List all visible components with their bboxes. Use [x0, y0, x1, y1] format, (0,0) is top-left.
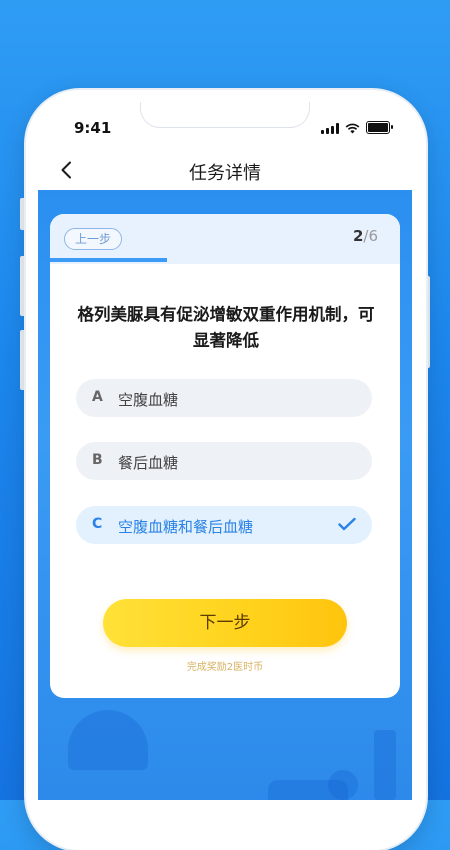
decoration-shape [328, 770, 358, 800]
progress-bar-fill [50, 258, 167, 262]
next-step-button[interactable]: 下一步 [103, 599, 347, 647]
battery-icon [366, 121, 393, 134]
nav-bar: 任务详情 [38, 150, 412, 190]
status-icons [321, 121, 393, 134]
decoration-shape [374, 730, 396, 800]
app-screen: 9:41 任务详情 上一步 2/6 格列美脲具有促泌增敏双重作用机制，可显著降低… [38, 102, 412, 800]
question-text: 格列美脲具有促泌增敏双重作用机制，可显著降低 [77, 305, 375, 350]
status-time: 9:41 [74, 119, 112, 137]
option-b[interactable]: B 餐后血糖 [76, 442, 372, 480]
option-a[interactable]: A 空腹血糖 [76, 379, 372, 417]
reward-text: 完成奖励2医时币 [186, 662, 264, 673]
option-letter: A [92, 389, 103, 405]
option-letter: C [92, 516, 103, 532]
page-title: 任务详情 [189, 163, 261, 184]
status-bar: 9:41 [38, 102, 412, 150]
option-label: 空腹血糖和餐后血糖 [118, 518, 254, 536]
wifi-icon [345, 123, 360, 134]
progress-current: 2 [352, 227, 364, 245]
option-letter: B [92, 452, 103, 468]
previous-step-button[interactable]: 上一步 [64, 228, 123, 250]
progress-total: /6 [363, 227, 378, 245]
progress-counter: 2/6 [353, 227, 378, 245]
option-label: 餐后血糖 [118, 454, 179, 472]
check-icon [338, 517, 356, 531]
content-background: 上一步 2/6 格列美脲具有促泌增敏双重作用机制，可显著降低 A 空腹血糖 B … [38, 190, 412, 800]
option-label: 空腹血糖 [118, 391, 179, 409]
option-c[interactable]: C 空腹血糖和餐后血糖 [76, 506, 372, 544]
quiz-card: 上一步 2/6 格列美脲具有促泌增敏双重作用机制，可显著降低 A 空腹血糖 B … [50, 214, 400, 698]
signal-icon [321, 123, 339, 134]
progress-bar [50, 258, 400, 262]
decoration-shape [68, 710, 148, 770]
